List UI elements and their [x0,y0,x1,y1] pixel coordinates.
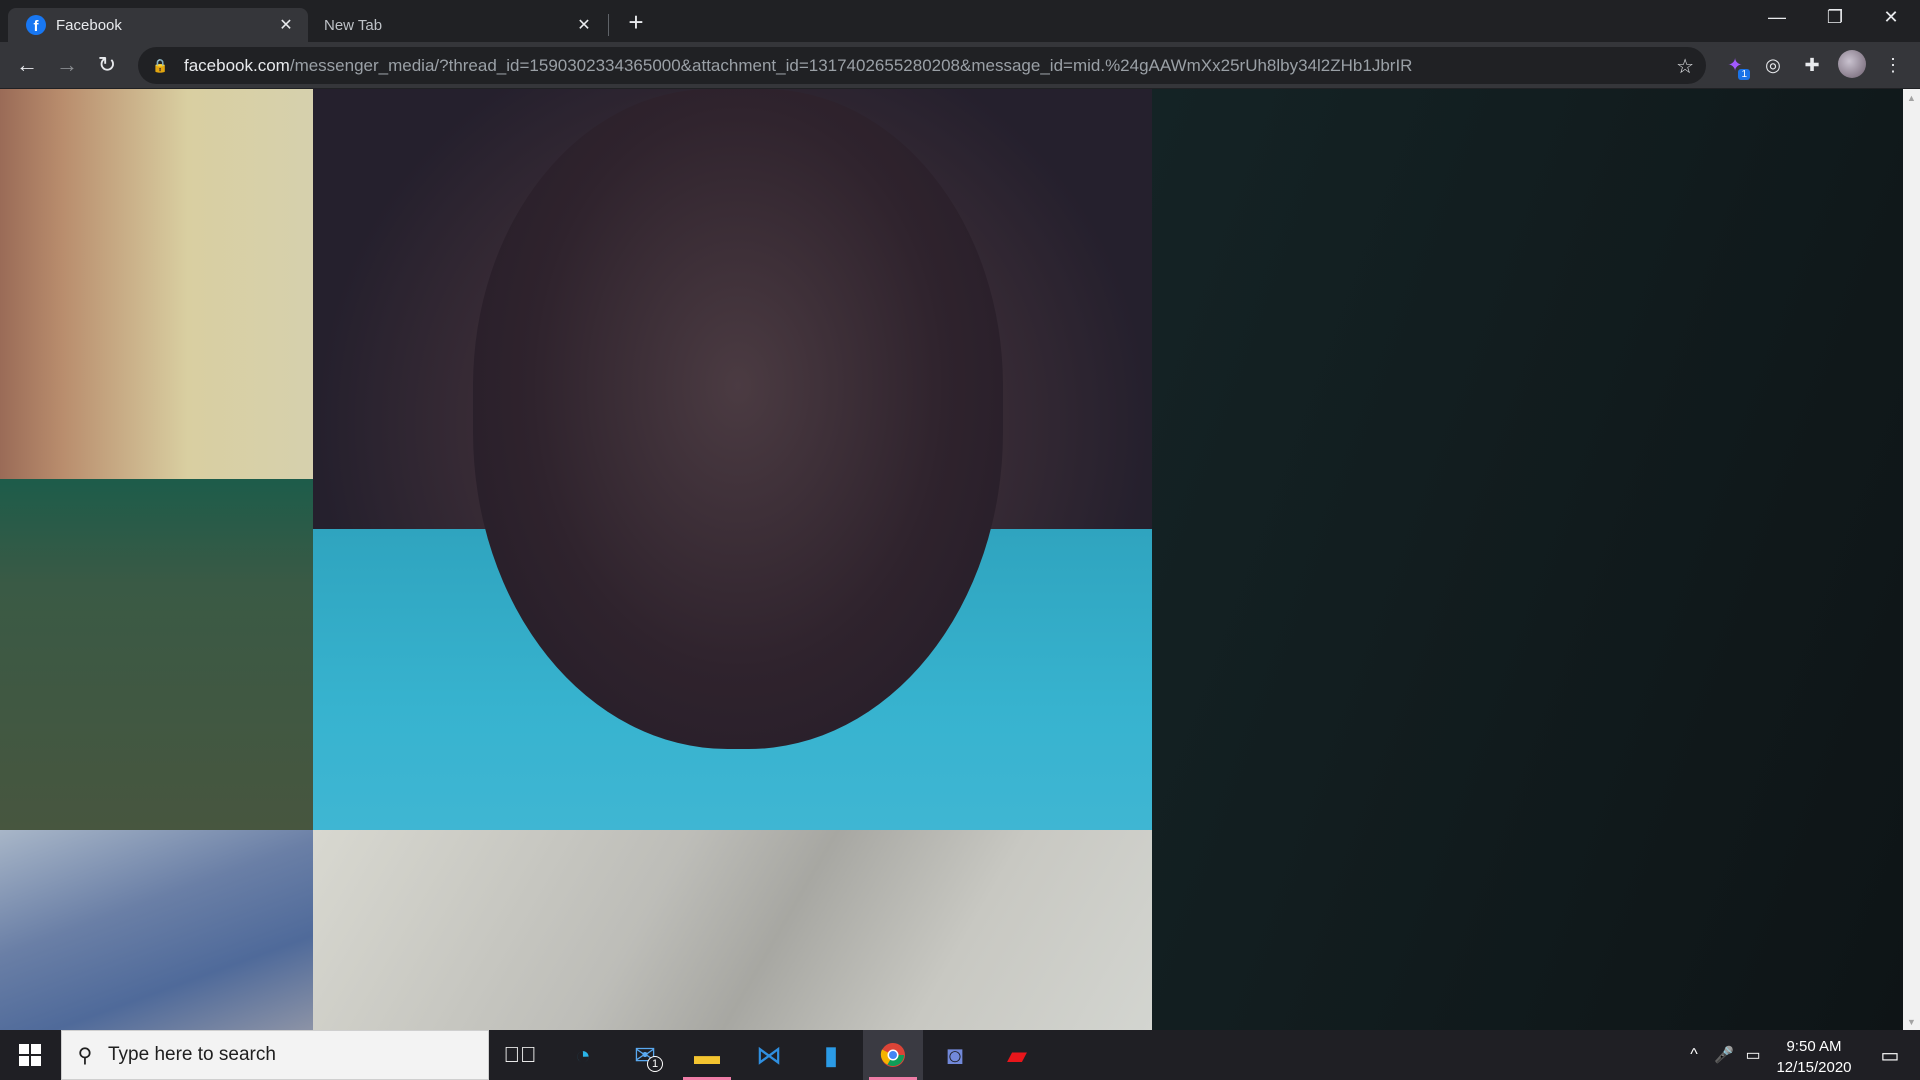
clock-time: 9:50 AM [1786,1038,1842,1055]
show-hidden-icons-icon[interactable]: ^ [1680,1030,1708,1080]
restore-icon[interactable]: ❐ [1806,0,1864,34]
vertical-scrollbar[interactable]: ▲ ▼ [1903,89,1920,1030]
chrome-logo-icon [880,1043,905,1067]
facebook-icon: f [26,15,46,35]
system-clock[interactable]: 9:50 AM 12/15/2020 [1766,1036,1862,1078]
acrobat-icon[interactable]: ▰ [987,1030,1047,1080]
back-button[interactable]: ← [10,48,44,82]
scroll-up-icon[interactable]: ▲ [1903,89,1920,106]
search-icon: ⚲ [77,1044,93,1067]
clock-date: 12/15/2020 [1776,1059,1852,1076]
video-tile-participant-1 [0,89,313,830]
bookmark-star-icon[interactable]: ☆ [1676,54,1694,79]
extension-badge: 1 [1738,69,1750,80]
extension-icon[interactable]: ✦ 1 [1720,50,1750,80]
video-tile-participant-2 [313,89,1152,830]
notifications-icon[interactable]: ▭ [1866,1030,1914,1080]
tab-facebook[interactable]: f Facebook ✕ [8,8,308,42]
discord-icon[interactable]: ◙ [925,1030,985,1080]
url-text: facebook.com/messenger_media/?thread_id=… [184,55,1413,75]
video-tile-participant-3 [0,830,313,1030]
browser-toolbar: ← → ↻ 🔒 facebook.com/messenger_media/?th… [0,42,1920,89]
tab-close-icon[interactable]: ✕ [274,13,298,37]
start-button[interactable] [0,1030,60,1080]
video-tile-participant-4 [313,830,1152,1030]
microphone-icon[interactable]: 🎤 [1712,1030,1736,1080]
tab-title: New Tab [324,16,383,34]
minimize-icon[interactable]: — [1748,0,1806,34]
tab-new-tab[interactable]: New Tab ✕ [310,8,606,42]
battery-icon[interactable]: ▭ [1740,1030,1766,1080]
vscode-icon[interactable]: ⋈ [739,1030,799,1080]
reload-button[interactable]: ↻ [90,48,124,82]
tab-strip: f Facebook ✕ New Tab ✕ + — ❐ ✕ [0,0,1920,42]
task-view-icon[interactable]: ▯⃞ [490,1030,550,1080]
edge-icon[interactable]: ◔ [553,1030,613,1080]
new-tab-button[interactable]: + [622,7,650,37]
taskbar: ⚲ Type here to search ▯⃞ ◔ ✉ 1 ▬ ⋈ ▮ ◙ ▰ … [0,1030,1920,1080]
tab-separator [608,14,609,36]
window-close-icon[interactable]: ✕ [1862,0,1920,34]
file-explorer-icon[interactable]: ▬ [677,1030,737,1080]
menu-icon[interactable]: ⋮ [1878,50,1908,80]
video-call-screenshot [0,89,1152,1030]
scroll-down-icon[interactable]: ▼ [1903,1013,1920,1030]
mail-badge: 1 [647,1056,663,1072]
search-placeholder: Type here to search [108,1044,276,1065]
tab-close-icon[interactable]: ✕ [572,13,596,37]
chrome-icon[interactable] [863,1030,923,1080]
tab-title: Facebook [56,16,122,34]
profile-avatar[interactable] [1838,50,1866,78]
taskbar-search[interactable]: ⚲ Type here to search [61,1030,489,1080]
lock-icon: 🔒 [152,57,169,73]
extensions-puzzle-icon[interactable]: ✚ [1797,50,1827,80]
forward-button[interactable]: → [50,48,84,82]
windows-logo-icon [19,1044,41,1066]
mail-icon[interactable]: ✉ 1 [615,1030,675,1080]
extension-target-icon[interactable]: ◎ [1758,50,1788,80]
browser-window-chrome: f Facebook ✕ New Tab ✕ + — ❐ ✕ ← → ↻ 🔒 f… [0,0,1920,89]
media-viewer: ▲ ▼ [0,89,1920,1030]
address-bar[interactable]: 🔒 facebook.com/messenger_media/?thread_i… [138,47,1706,84]
phone-app-icon[interactable]: ▮ [801,1030,861,1080]
